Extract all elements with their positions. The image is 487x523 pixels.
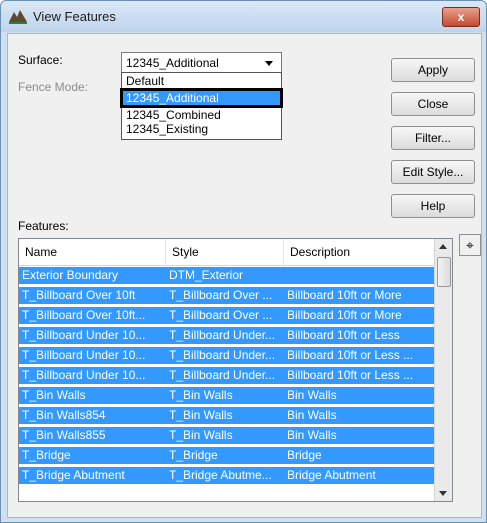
cell-name: T_Billboard Over 10ft <box>22 288 136 302</box>
column-header-description[interactable]: Description <box>284 239 435 265</box>
cell-description: Billboard 10ft or Less ... <box>287 348 414 362</box>
cell-style: T_Billboard Over ... <box>169 288 273 302</box>
surface-option-selected[interactable]: 12345_Additional <box>120 88 283 108</box>
cell-style: T_Billboard Under... <box>169 368 276 382</box>
table-row[interactable]: T_Billboard Over 10ft T_Billboard Over ..… <box>19 287 435 304</box>
cell-style: T_Bin Walls <box>169 428 233 442</box>
cell-name: T_Bridge Abutment <box>22 468 125 482</box>
table-row[interactable]: T_Bin Walls854 T_Bin Walls Bin Walls <box>19 407 435 424</box>
cell-style: T_Bridge <box>169 448 218 462</box>
cell-description: Billboard 10ft or More <box>287 308 402 322</box>
surface-option[interactable]: 12345_Existing <box>122 122 281 136</box>
table-row[interactable]: T_Billboard Under 10... T_Billboard Under… <box>19 367 435 384</box>
features-table[interactable]: Name Style Description Exterior Boundary… <box>18 238 453 502</box>
surface-select[interactable]: 12345_Additional <box>121 52 282 74</box>
crosshair-icon: ⌖ <box>466 237 474 253</box>
cell-name: T_Bin Walls854 <box>22 408 106 422</box>
cell-description: Bin Walls <box>287 428 337 442</box>
cell-name: T_Billboard Under 10... <box>22 328 146 342</box>
cell-style: T_Billboard Under... <box>169 328 276 342</box>
table-row[interactable]: T_Bin Walls T_Bin Walls Bin Walls <box>19 387 435 404</box>
features-label: Features: <box>18 219 69 233</box>
app-icon <box>9 10 27 24</box>
cell-name: T_Bin Walls <box>22 388 86 402</box>
title-bar: View Features x <box>1 1 486 32</box>
filter-button[interactable]: Filter... <box>391 126 475 150</box>
table-row[interactable]: T_Billboard Under 10... T_Billboard Under… <box>19 347 435 364</box>
scroll-down-icon[interactable] <box>439 491 447 496</box>
cell-name: T_Bridge <box>22 448 71 462</box>
cell-style: T_Bin Walls <box>169 388 233 402</box>
apply-button[interactable]: Apply <box>391 58 475 82</box>
cell-style: T_Billboard Over ... <box>169 308 273 322</box>
scrollbar-thumb[interactable] <box>437 257 451 287</box>
column-header-style[interactable]: Style <box>166 239 284 265</box>
close-window-button[interactable]: x <box>442 7 480 27</box>
cell-name: T_Billboard Under 10... <box>22 368 146 382</box>
table-row[interactable]: T_Bin Walls855 T_Bin Walls Bin Walls <box>19 427 435 444</box>
close-button[interactable]: Close <box>391 92 475 116</box>
table-row[interactable]: T_Bridge Abutment T_Bridge Abutme... Bridg… <box>19 467 435 484</box>
window-title: View Features <box>33 9 116 24</box>
cell-name: T_Billboard Under 10... <box>22 348 146 362</box>
surface-option[interactable]: 12345_Combined <box>122 108 281 122</box>
cell-description: Bridge <box>287 448 322 462</box>
cell-style: T_Bin Walls <box>169 408 233 422</box>
surface-dropdown-list: Default 12345_Additional 12345_Combined … <box>120 72 283 140</box>
cell-style: T_Billboard Under... <box>169 348 276 362</box>
cell-description: Bin Walls <box>287 388 337 402</box>
cell-description: Bridge Abutment <box>287 468 376 482</box>
cell-description: Billboard 10ft or Less ... <box>287 368 414 382</box>
vertical-scrollbar[interactable] <box>434 239 452 501</box>
cell-name: T_Billboard Over 10ft... <box>22 308 146 322</box>
surface-option[interactable]: Default <box>122 74 281 88</box>
table-header: Name Style Description <box>19 239 435 266</box>
edit-style-button[interactable]: Edit Style... <box>391 160 475 184</box>
cell-description <box>284 267 435 284</box>
crosshair-button[interactable]: ⌖ <box>459 234 481 256</box>
table-row[interactable]: T_Billboard Over 10ft... T_Billboard Over… <box>19 307 435 324</box>
table-row[interactable]: T_Billboard Under 10... T_Billboard Under… <box>19 327 435 344</box>
table-row[interactable]: T_Bridge T_Bridge Bridge <box>19 447 435 464</box>
cell-name: Exterior Boundary <box>22 268 119 282</box>
cell-style: T_Bridge Abutme... <box>169 468 272 482</box>
surface-label: Surface: <box>18 53 63 67</box>
table-row[interactable]: Exterior Boundary DTM_Exterior <box>19 267 435 284</box>
cell-description: Billboard 10ft or More <box>287 288 402 302</box>
chevron-down-icon[interactable] <box>265 61 273 66</box>
scroll-up-icon[interactable] <box>439 244 447 249</box>
surface-select-value: 12345_Additional <box>126 56 219 70</box>
fence-mode-label: Fence Mode: <box>18 80 89 94</box>
cell-name: T_Bin Walls855 <box>22 428 106 442</box>
help-button[interactable]: Help <box>391 194 475 218</box>
cell-style: DTM_Exterior <box>169 268 244 282</box>
cell-description: Billboard 10ft or Less <box>287 328 400 342</box>
cell-description: Bin Walls <box>287 408 337 422</box>
column-header-name[interactable]: Name <box>19 239 166 265</box>
